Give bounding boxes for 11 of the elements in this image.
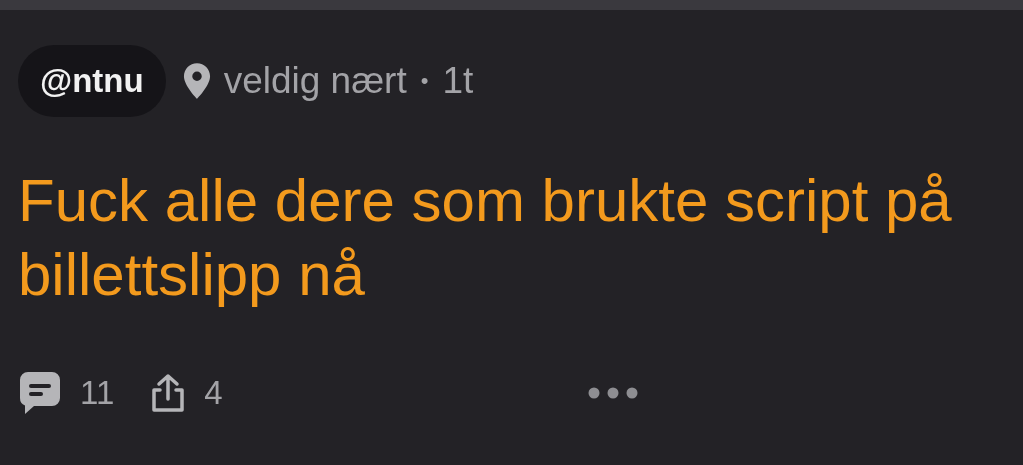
location-text: veldig nært — [223, 60, 407, 102]
channel-tag[interactable]: @ntnu — [18, 45, 166, 117]
share-count: 4 — [204, 374, 223, 412]
comment-icon[interactable] — [18, 370, 62, 416]
post-text: Fuck alle dere som brukte script på billettslipp nå — [18, 166, 953, 310]
post-age: 1t — [442, 60, 474, 102]
comment-count: 11 — [80, 374, 115, 412]
more-options-icon[interactable] — [587, 387, 638, 399]
location-pin-icon — [181, 62, 212, 100]
separator-dot: • — [420, 68, 429, 94]
share-icon[interactable] — [150, 373, 187, 413]
